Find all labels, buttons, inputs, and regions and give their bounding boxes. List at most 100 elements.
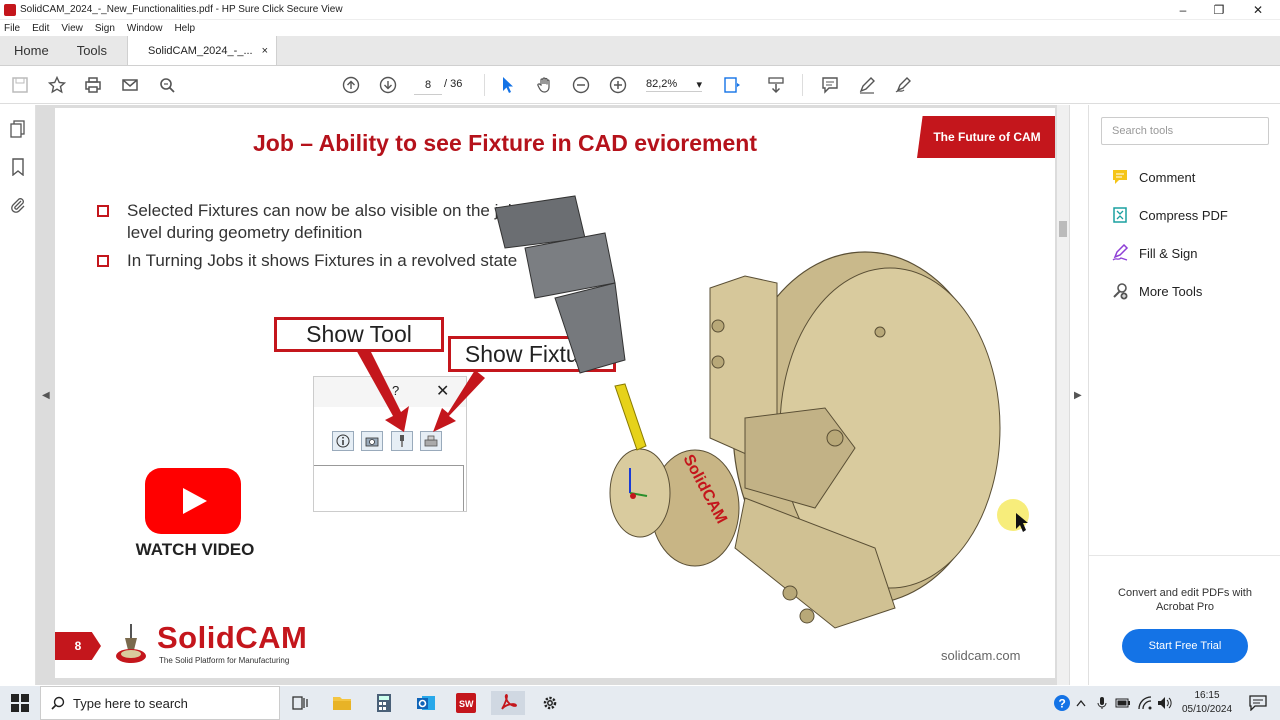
tab-home[interactable]: Home [0, 36, 63, 65]
menu-window[interactable]: Window [127, 23, 163, 34]
scroll-mode-icon[interactable] [766, 75, 786, 95]
pdf-page: Job – Ability to see Fixture in CAD evio… [55, 108, 1055, 678]
acrobat-pro-promo: Convert and edit PDFs with Acrobat Pro S… [1089, 555, 1280, 685]
tab-document[interactable]: SolidCAM_2024_-_... × [127, 36, 278, 65]
youtube-play-icon[interactable] [145, 468, 241, 534]
solidcam-logo-text: SolidCAM [157, 620, 308, 655]
select-cursor-icon[interactable] [498, 75, 518, 95]
sign-pen-icon[interactable] [893, 75, 913, 95]
minimize-button[interactable]: – [1165, 0, 1201, 20]
search-icon[interactable] [157, 75, 177, 95]
toolbar-divider [484, 74, 485, 96]
tab-tools[interactable]: Tools [63, 36, 121, 65]
collapse-right-panel-icon[interactable]: ▶ [1074, 390, 1082, 401]
tool-more-tools-label: More Tools [1139, 283, 1203, 299]
bookmarks-icon[interactable] [8, 157, 28, 177]
tool-compress-pdf-label: Compress PDF [1139, 207, 1228, 223]
svg-text:?: ? [1059, 697, 1066, 711]
svg-text:SW: SW [459, 699, 474, 709]
hand-tool-icon[interactable] [535, 75, 555, 95]
search-tools-input[interactable]: Search tools [1101, 117, 1269, 145]
solidcam-logo-icon [116, 624, 146, 663]
comment-icon[interactable] [820, 75, 840, 95]
fill-sign-icon [1109, 243, 1131, 263]
menu-sign[interactable]: Sign [95, 23, 115, 34]
page-number-input[interactable]: 8 [414, 75, 442, 95]
task-view-icon[interactable] [288, 691, 312, 715]
menu-bar: File Edit View Sign Window Help [0, 20, 1280, 36]
pdf-app-icon [4, 3, 16, 16]
scrollbar-thumb[interactable] [1059, 221, 1067, 237]
tool-fill-sign[interactable]: Fill & Sign [1109, 243, 1198, 263]
windows-taskbar: Type here to search SW ? 16:15 05/10/202… [0, 686, 1280, 720]
jaw-bolt [711, 319, 725, 333]
acrobat-taskbar-icon[interactable] [491, 691, 525, 715]
watch-video-label[interactable]: WATCH VIDEO [125, 540, 265, 560]
tool-comment[interactable]: Comment [1109, 167, 1195, 187]
clock-time: 16:15 [1194, 690, 1220, 701]
calculator-icon[interactable] [372, 691, 396, 715]
tool-more-tools[interactable]: More Tools [1109, 281, 1202, 301]
menu-help[interactable]: Help [174, 23, 195, 34]
menu-view[interactable]: View [61, 23, 83, 34]
jaw-bolt [711, 355, 725, 369]
zoom-in-icon[interactable] [608, 75, 628, 95]
document-scrollbar[interactable] [1057, 105, 1069, 685]
page-thumbnails-icon[interactable] [8, 119, 28, 139]
chuck-hole [874, 326, 886, 338]
attachments-icon[interactable] [8, 195, 28, 215]
jaw-bolt [799, 608, 815, 624]
collapse-left-panel-icon[interactable]: ◀ [42, 390, 50, 401]
close-window-button[interactable]: ✕ [1240, 0, 1276, 20]
window-title: SolidCAM_2024_-_New_Functionalities.pdf … [20, 4, 343, 15]
wifi-icon[interactable] [1136, 691, 1154, 715]
bookmark-star-icon[interactable] [47, 75, 67, 95]
chevron-down-icon: ▾ [696, 79, 702, 91]
highlight-pen-icon[interactable] [857, 75, 877, 95]
toolbar: 8 / 36 82,2% ▾ [0, 66, 1280, 104]
file-explorer-icon[interactable] [330, 691, 354, 715]
cutting-tool-icon [614, 383, 647, 451]
tools-panel: Search tools Comment Compress PDF Fill &… [1088, 105, 1280, 685]
taskbar-search-input[interactable]: Type here to search [40, 686, 280, 720]
settings-gear-icon[interactable] [538, 691, 562, 715]
next-page-icon[interactable] [378, 75, 398, 95]
taskbar-search-icon [51, 696, 65, 710]
page-total: / 36 [444, 78, 463, 90]
jaw-bolt [782, 585, 798, 601]
menu-file[interactable]: File [4, 23, 20, 34]
taskbar-search-placeholder: Type here to search [73, 695, 188, 711]
website-label: solidcam.com [941, 648, 1021, 663]
start-free-trial-button[interactable]: Start Free Trial [1122, 629, 1248, 663]
battery-icon[interactable] [1114, 691, 1132, 715]
promo-text: Convert and edit PDFs with Acrobat Pro [1118, 587, 1252, 613]
save-icon[interactable] [10, 75, 30, 95]
tab-close-icon[interactable]: × [262, 45, 268, 57]
tool-compress-pdf[interactable]: Compress PDF [1109, 205, 1228, 225]
compress-pdf-icon [1109, 205, 1131, 225]
workpiece-face [609, 448, 671, 538]
lathe-chuck-fixture-image: SolidCAM [494, 195, 1029, 629]
menu-edit[interactable]: Edit [32, 23, 49, 34]
tool-comment-label: Comment [1139, 169, 1196, 185]
print-icon[interactable] [83, 75, 103, 95]
windows-start-icon[interactable] [10, 693, 30, 713]
email-icon[interactable] [120, 75, 140, 95]
system-clock[interactable]: 16:15 05/10/2024 [1172, 689, 1242, 717]
help-tray-icon[interactable]: ? [1050, 691, 1074, 715]
notifications-icon[interactable] [1246, 691, 1270, 715]
fit-page-icon[interactable] [722, 75, 742, 95]
solidworks-icon[interactable]: SW [454, 691, 478, 715]
maximize-button[interactable]: ❐ [1201, 0, 1237, 20]
zoom-out-icon[interactable] [571, 75, 591, 95]
clock-date: 05/10/2024 [1181, 704, 1233, 715]
zoom-level-dropdown[interactable]: 82,2% ▾ [646, 78, 702, 92]
origin-point-icon [630, 493, 636, 499]
previous-page-icon[interactable] [341, 75, 361, 95]
chevron-up-icon[interactable] [1074, 691, 1088, 715]
tab-document-label: SolidCAM_2024_-_... [148, 44, 253, 57]
outlook-icon[interactable] [414, 691, 438, 715]
microphone-icon[interactable] [1094, 691, 1110, 715]
chuck-hole [826, 429, 844, 447]
solidcam-tagline: The Solid Platform for Manufacturing [159, 656, 290, 665]
